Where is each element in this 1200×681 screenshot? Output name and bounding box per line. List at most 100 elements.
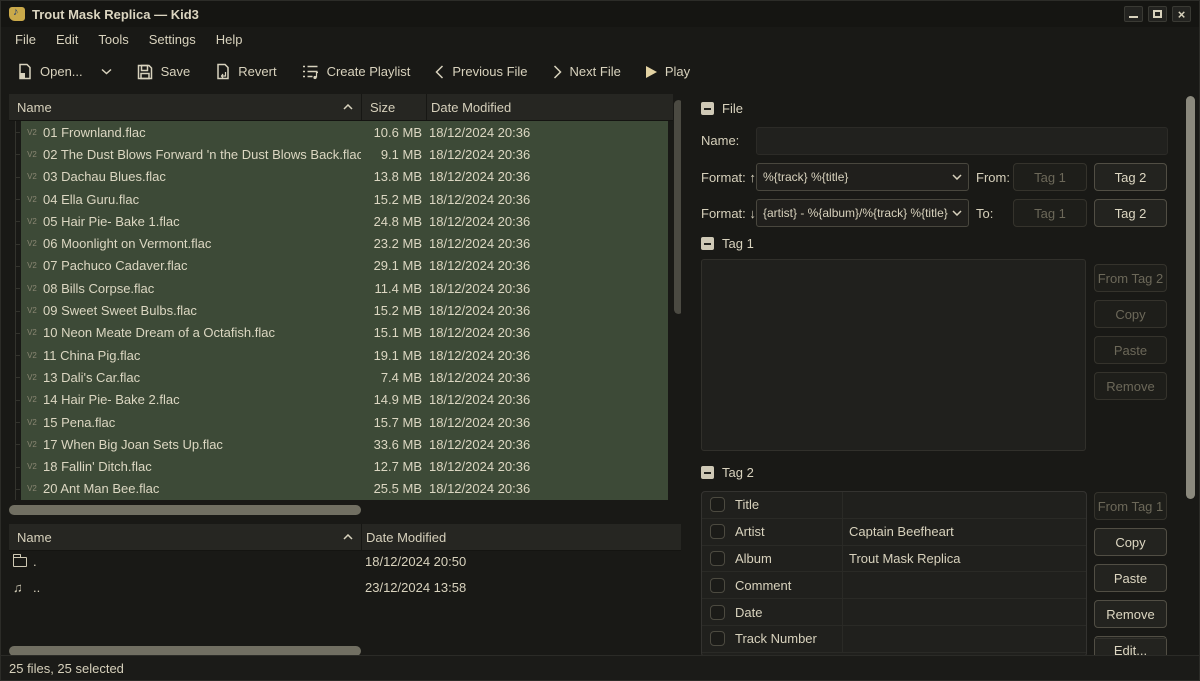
revert-button[interactable]: Revert (215, 63, 276, 80)
window-title: Trout Mask Replica — Kid3 (32, 7, 199, 22)
tree-branch (9, 433, 21, 455)
column-header-date-modified[interactable]: Date Modified (426, 94, 673, 120)
file-row[interactable]: V2 17 When Big Joan Sets Up.flac 33.6 MB… (9, 433, 673, 455)
file-row[interactable]: V2 09 Sweet Sweet Bulbs.flac 15.2 MB 18/… (9, 299, 673, 321)
menu-item[interactable]: File (5, 29, 46, 50)
from-tag1-source-button: Tag 1 (1013, 163, 1087, 191)
file-list: V2 01 Frownland.flac 10.6 MB 18/12/2024 … (9, 121, 673, 500)
file-row[interactable]: V2 07 Pachuco Cadaver.flac 29.1 MB 18/12… (9, 255, 673, 277)
menubar: FileEditToolsSettingsHelp (1, 27, 1199, 51)
collapse-icon[interactable] (701, 102, 714, 115)
field-label: Album (725, 551, 835, 566)
tree-branch (9, 255, 21, 277)
save-button[interactable]: Save (137, 64, 191, 80)
file-list-hscrollbar-handle[interactable] (9, 505, 361, 515)
column-header-size[interactable]: Size (361, 94, 426, 120)
file-row[interactable]: V2 01 Frownland.flac 10.6 MB 18/12/2024 … (9, 121, 673, 143)
file-row[interactable]: V2 18 Fallin' Ditch.flac 12.7 MB 18/12/2… (9, 455, 673, 477)
copy-button[interactable]: Copy (1094, 528, 1167, 556)
field-checkbox[interactable] (710, 524, 725, 539)
format-from-filename-combobox[interactable]: %{track} %{title} (756, 163, 969, 191)
menu-item[interactable]: Settings (139, 29, 206, 50)
create-playlist-button[interactable]: Create Playlist (302, 64, 411, 80)
menu-item[interactable]: Help (206, 29, 253, 50)
field-checkbox[interactable] (710, 497, 725, 512)
file-row[interactable]: V2 11 China Pig.flac 19.1 MB 18/12/2024 … (9, 344, 673, 366)
maximize-button[interactable] (1148, 6, 1167, 22)
format-up-label: Format: ↑ (701, 170, 756, 185)
file-row[interactable]: V2 03 Dachau Blues.flac 13.8 MB 18/12/20… (9, 166, 673, 188)
file-row[interactable]: V2 10 Neon Meate Dream of a Octafish.fla… (9, 322, 673, 344)
collapse-icon[interactable] (701, 237, 714, 250)
field-checkbox[interactable] (710, 578, 725, 593)
previous-file-button[interactable]: Previous File (435, 64, 527, 79)
column-header-folder-name[interactable]: Name (9, 524, 361, 550)
filename-input[interactable] (756, 127, 1168, 155)
tag2-field-row: Date (702, 599, 1086, 626)
details-vscrollbar[interactable] (1186, 94, 1195, 653)
file-size: 14.9 MB (361, 392, 422, 407)
file-row[interactable]: V2 13 Dali's Car.flac 7.4 MB 18/12/2024 … (9, 366, 673, 388)
folder-date-modified: 18/12/2024 20:50 (361, 554, 466, 569)
file-section-header: File (701, 101, 743, 116)
file-size: 10.6 MB (361, 125, 422, 140)
field-checkbox[interactable] (710, 631, 725, 646)
file-row[interactable]: V2 04 Ella Guru.flac 15.2 MB 18/12/2024 … (9, 188, 673, 210)
minimize-button[interactable] (1124, 6, 1143, 22)
folder-date-modified: 23/12/2024 13:58 (361, 580, 466, 595)
file-row[interactable]: V2 05 Hair Pie- Bake 1.flac 24.8 MB 18/1… (9, 210, 673, 232)
field-value[interactable]: Trout Mask Replica (835, 551, 1086, 566)
file-name: 07 Pachuco Cadaver.flac (43, 258, 361, 273)
folder-row[interactable]: . 18/12/2024 20:50 (9, 548, 688, 575)
v2-tag-badge: V2 (21, 128, 43, 137)
file-row[interactable]: V2 06 Moonlight on Vermont.flac 23.2 MB … (9, 232, 673, 254)
paste-button[interactable]: Paste (1094, 564, 1167, 592)
field-value[interactable]: Captain Beefheart (835, 524, 1086, 539)
chevron-down-icon[interactable] (101, 68, 112, 75)
file-date-modified: 18/12/2024 20:36 (422, 437, 661, 452)
v2-tag-badge: V2 (21, 328, 43, 337)
folder-list-hscrollbar[interactable] (9, 646, 673, 655)
file-row[interactable]: V2 20 Ant Man Bee.flac 25.5 MB 18/12/202… (9, 478, 673, 500)
v2-tag-badge: V2 (21, 195, 43, 204)
menu-item[interactable]: Edit (46, 29, 88, 50)
field-checkbox[interactable] (710, 551, 725, 566)
file-size: 15.7 MB (361, 415, 422, 430)
file-list-hscrollbar[interactable] (9, 505, 673, 515)
file-name: 08 Bills Corpse.flac (43, 281, 361, 296)
close-icon: × (1178, 8, 1186, 21)
folder-row[interactable]: .. 23/12/2024 13:58 (9, 575, 688, 602)
column-header-folder-date-modified[interactable]: Date Modified (361, 524, 688, 550)
remove-button[interactable]: Remove (1094, 600, 1167, 628)
open-button[interactable]: Open... (17, 63, 112, 80)
play-button[interactable]: Play (646, 64, 690, 79)
kid3-app-icon (9, 7, 25, 21)
folder-list-hscrollbar-handle[interactable] (9, 646, 361, 655)
to-tag2-dest-button[interactable]: Tag 2 (1094, 199, 1167, 227)
tree-branch (9, 455, 21, 477)
menu-item[interactable]: Tools (88, 29, 138, 50)
close-button[interactable]: × (1172, 6, 1191, 22)
from-tag1-button[interactable]: From Tag 1 (1094, 492, 1167, 520)
from-tag2-source-button[interactable]: Tag 2 (1094, 163, 1167, 191)
file-date-modified: 18/12/2024 20:36 (422, 415, 661, 430)
format-down-label: Format: ↓ (701, 206, 756, 221)
create-playlist-icon (302, 64, 319, 80)
collapse-icon[interactable] (701, 466, 714, 479)
file-row[interactable]: V2 02 The Dust Blows Forward 'n the Dust… (9, 143, 673, 165)
next-file-button[interactable]: Next File (553, 64, 621, 79)
column-header-name[interactable]: Name (9, 94, 361, 120)
field-checkbox[interactable] (710, 605, 725, 620)
tree-branch (9, 389, 21, 411)
details-panel: File Name: Format: ↑ %{track} %{title} F… (681, 92, 1199, 655)
file-row[interactable]: V2 08 Bills Corpse.flac 11.4 MB 18/12/20… (9, 277, 673, 299)
details-vscrollbar-handle[interactable] (1186, 96, 1195, 499)
file-date-modified: 18/12/2024 20:36 (422, 303, 661, 318)
tree-branch (9, 322, 21, 344)
file-row[interactable]: V2 15 Pena.flac 15.7 MB 18/12/2024 20:36 (9, 411, 673, 433)
file-row[interactable]: V2 14 Hair Pie- Bake 2.flac 14.9 MB 18/1… (9, 389, 673, 411)
tree-branch (9, 366, 21, 388)
save-icon (137, 64, 153, 80)
file-size: 33.6 MB (361, 437, 422, 452)
format-to-filename-combobox[interactable]: {artist} - %{album}/%{track} %{title} (756, 199, 969, 227)
